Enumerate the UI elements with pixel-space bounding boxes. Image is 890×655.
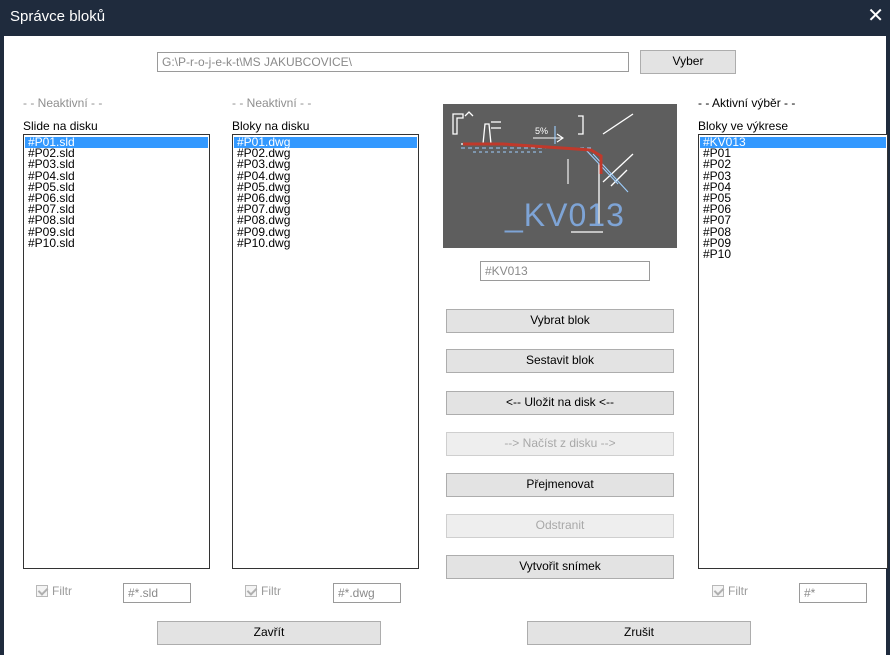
block-preview: 5% _KV013 [443,104,677,248]
middle-filter-checkbox[interactable]: Filtr [245,584,281,598]
make-snapshot-button[interactable]: Vytvořit snímek [446,555,674,579]
remove-button: Odstranit [446,514,674,538]
right-filter-checkbox[interactable]: Filtr [712,584,748,598]
left-status-label: - - Neaktivní - - [23,96,103,110]
select-block-button[interactable]: Vybrat blok [446,309,674,333]
right-filter-label: Filtr [728,584,748,598]
browse-button[interactable]: Vyber [640,50,736,74]
right-list-header: Bloky ve výkrese [698,119,789,133]
save-to-disk-button[interactable]: <-- Uložit na disk <-- [446,391,674,415]
middle-list-header: Bloky na disku [232,119,310,133]
block-name-field[interactable]: #KV013 [480,261,650,281]
checkbox-icon [36,585,48,597]
left-filter-label: Filtr [52,584,72,598]
middle-status-label: - - Neaktivní - - [232,96,312,110]
load-from-disk-button: --> Načíst z disku --> [446,432,674,456]
path-field[interactable]: G:\P-r-o-j-e-k-t\MS JAKUBCOVICE\ [157,52,629,72]
preview-caption: _KV013 [505,197,625,233]
right-status-label: - - Aktivní výběr - - [698,96,796,110]
block-file-list-item[interactable]: #P10.dwg [234,237,417,249]
cancel-button[interactable]: Zrušit [527,621,751,645]
title-bar: Správce bloků ✕ [0,0,890,36]
checkbox-icon [712,585,724,597]
blocks-on-disk-list[interactable]: #P01.dwg #P02.dwg #P03.dwg #P04.dwg #P05.dwg… [232,134,419,569]
middle-filter-label: Filtr [261,584,281,598]
slide-list-item[interactable]: #P10.sld [25,237,208,249]
close-button[interactable]: Zavřít [157,621,381,645]
left-filter-checkbox[interactable]: Filtr [36,584,72,598]
window-title: Správce bloků [10,8,106,25]
left-list-header: Slide na disku [23,119,98,133]
drawing-block-list-item[interactable]: #P10 [700,248,886,260]
blocks-in-drawing-list[interactable]: #KV013 #P01 #P02 #P03 #P04 #P05 #P06 #P07 #P08 #P… [698,134,888,569]
build-block-button[interactable]: Sestavit blok [446,349,674,373]
right-filter-field[interactable]: #* [799,583,867,603]
close-icon[interactable]: ✕ [867,6,884,26]
middle-filter-field[interactable]: #*.dwg [333,583,401,603]
checkbox-icon [245,585,257,597]
preview-slope-label: 5% [535,126,548,136]
rename-button[interactable]: Přejmenovat [446,473,674,497]
left-filter-field[interactable]: #*.sld [123,583,191,603]
slides-on-disk-list[interactable]: #P01.sld #P02.sld #P03.sld #P04.sld #P05.sld… [23,134,210,569]
window-frame-left [0,36,4,655]
